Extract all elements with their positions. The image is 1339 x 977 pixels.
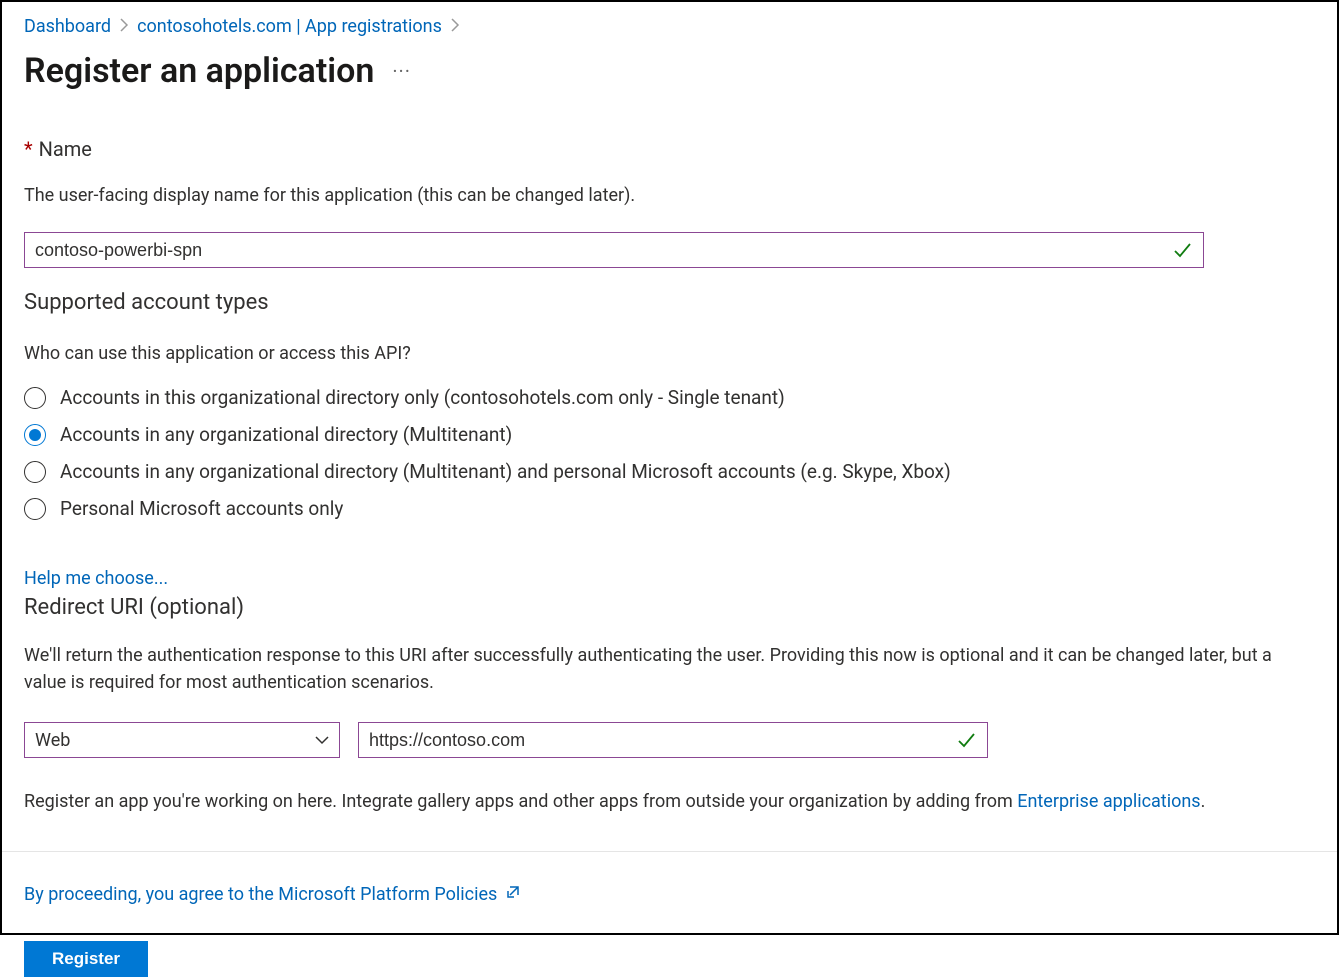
external-link-icon: [505, 884, 521, 905]
account-type-option-single-tenant[interactable]: Accounts in this organizational director…: [24, 386, 1315, 409]
chevron-down-icon: [314, 732, 330, 748]
footer-divider: [2, 851, 1337, 852]
account-type-option-multitenant-personal[interactable]: Accounts in any organizational directory…: [24, 460, 1315, 483]
account-types-radio-group: Accounts in this organizational director…: [24, 386, 1315, 520]
radio-icon-selected: [24, 424, 46, 446]
account-type-option-personal-only[interactable]: Personal Microsoft accounts only: [24, 497, 1315, 520]
radio-icon: [24, 461, 46, 483]
radio-label: Accounts in any organizational directory…: [60, 423, 512, 446]
breadcrumb-item-dashboard[interactable]: Dashboard: [24, 16, 111, 37]
page-title: Register an application: [24, 51, 374, 91]
chevron-right-icon: [450, 16, 460, 37]
required-star-icon: *: [24, 137, 33, 161]
name-help-text: The user-facing display name for this ap…: [24, 183, 1315, 208]
account-type-option-multitenant[interactable]: Accounts in any organizational directory…: [24, 423, 1315, 446]
account-types-question: Who can use this application or access t…: [24, 343, 1315, 364]
check-icon: [956, 730, 976, 750]
register-button[interactable]: Register: [24, 941, 148, 977]
radio-label: Personal Microsoft accounts only: [60, 497, 343, 520]
chevron-right-icon: [119, 16, 129, 37]
redirect-uri-heading: Redirect URI (optional): [24, 595, 1315, 620]
breadcrumb-item-app-registrations[interactable]: contosohotels.com | App registrations: [137, 16, 442, 37]
redirect-uri-input[interactable]: [358, 722, 988, 758]
radio-icon: [24, 498, 46, 520]
more-icon[interactable]: ···: [392, 59, 411, 83]
radio-icon: [24, 387, 46, 409]
radio-label: Accounts in any organizational directory…: [60, 460, 951, 483]
platform-select[interactable]: Web: [24, 722, 340, 758]
name-label: *Name: [24, 137, 1315, 161]
account-types-heading: Supported account types: [24, 290, 1315, 315]
breadcrumb: Dashboard contosohotels.com | App regist…: [24, 2, 1315, 39]
app-name-input[interactable]: [24, 232, 1204, 268]
radio-label: Accounts in this organizational director…: [60, 386, 785, 409]
platform-policies-link[interactable]: By proceeding, you agree to the Microsof…: [24, 884, 497, 905]
check-icon: [1172, 240, 1192, 260]
help-me-choose-link[interactable]: Help me choose...: [24, 568, 168, 589]
enterprise-applications-link[interactable]: Enterprise applications: [1017, 791, 1200, 812]
redirect-uri-description: We'll return the authentication response…: [24, 642, 1315, 696]
platform-select-value: Web: [35, 730, 70, 751]
register-note: Register an app you're working on here. …: [24, 788, 1315, 815]
